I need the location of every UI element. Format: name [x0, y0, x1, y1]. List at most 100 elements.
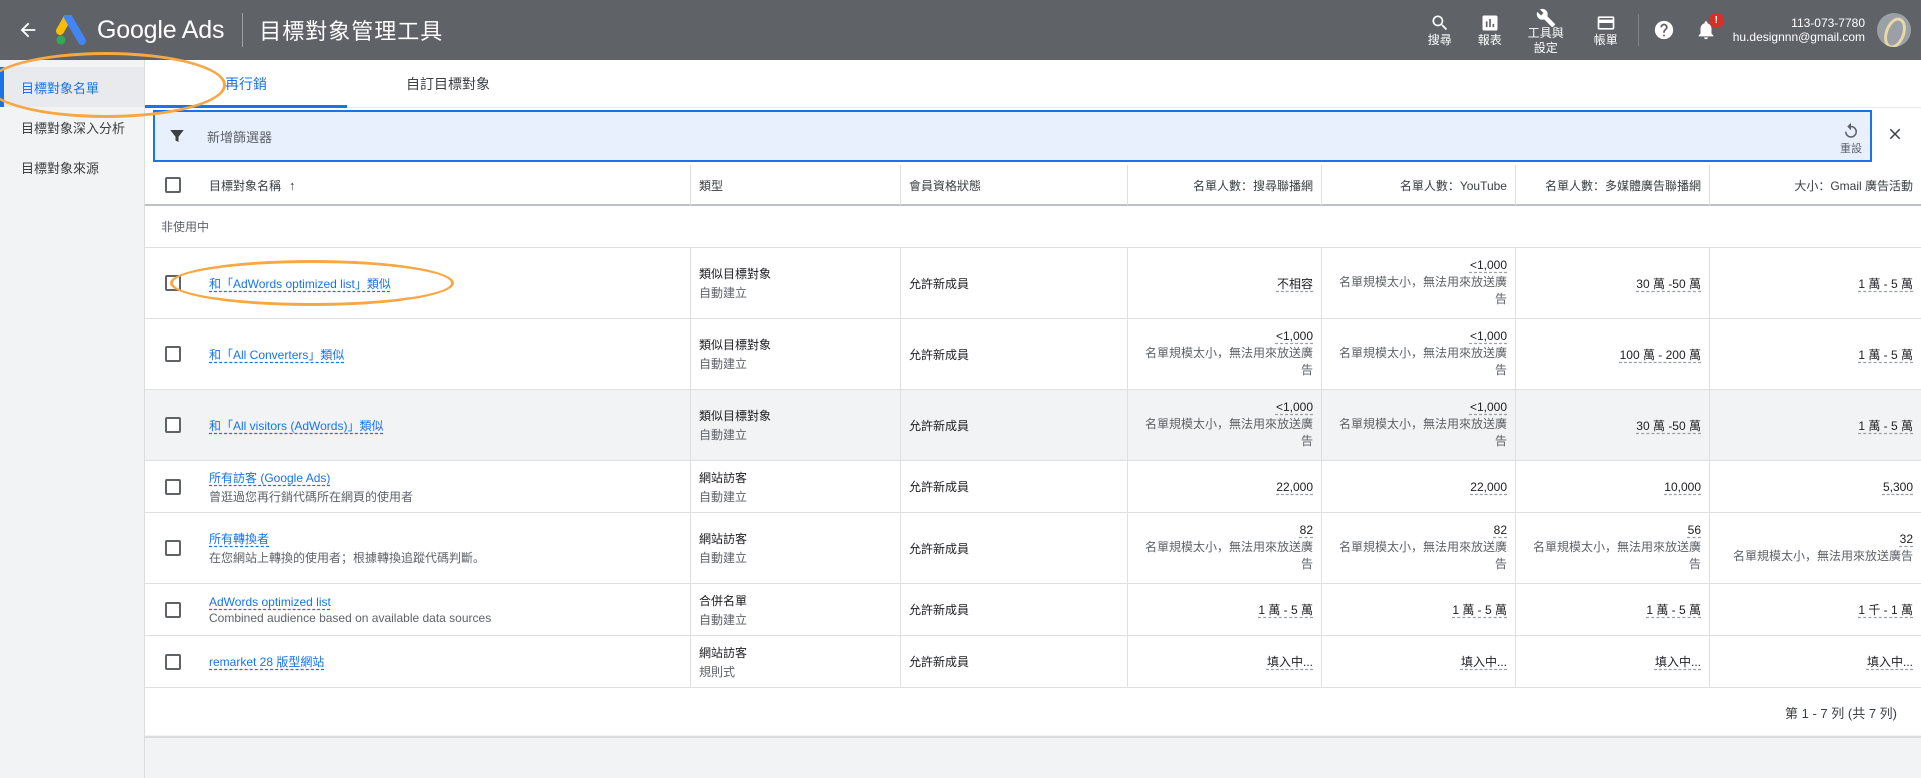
display-size-cell-value[interactable]: 30 萬 -50 萬	[1636, 275, 1701, 292]
wrench-icon	[1536, 8, 1555, 28]
audience-type-cell: 網站訪客 規則式	[690, 636, 900, 687]
display-size-cell-value[interactable]: 100 萬 - 200 萬	[1620, 346, 1701, 363]
search-size-cell-value[interactable]: <1,000	[1276, 329, 1313, 343]
reports-button[interactable]: 報表	[1468, 13, 1512, 48]
audience-name-link[interactable]: AdWords optimized list	[209, 595, 682, 609]
google-ads-logo-icon	[56, 15, 86, 45]
nav-item-audience-lists[interactable]: 目標對象名單	[0, 67, 144, 107]
billing-button[interactable]: 帳單	[1584, 13, 1628, 48]
gmail-size-cell: 1 千 - 1 萬	[1709, 584, 1921, 635]
table-row[interactable]: remarket 28 版型網站 網站訪客 規則式 允許新成員 填入中... 填入中...…	[145, 636, 1921, 688]
column-header-type[interactable]: 類型	[690, 165, 900, 205]
gmail-size-cell-value[interactable]: 1 萬 - 5 萬	[1858, 275, 1913, 292]
youtube-size-cell-value[interactable]: 82	[1494, 523, 1507, 537]
youtube-size-cell-value[interactable]: 22,000	[1470, 480, 1507, 494]
audience-type: 網站訪客	[699, 532, 748, 546]
header-divider	[242, 13, 244, 47]
display-size-cell: 100 萬 - 200 萬	[1515, 319, 1709, 389]
audience-name-link[interactable]: 和「All Converters」類似	[209, 346, 682, 363]
filter-bar[interactable]: 新增篩選器 重設	[153, 110, 1872, 162]
audience-name-cell: AdWords optimized list Combined audience …	[201, 584, 690, 635]
youtube-size-cell-value[interactable]: 1 萬 - 5 萬	[1452, 601, 1507, 618]
table-row[interactable]: 所有訪客 (Google Ads) 曾逛過您再行銷代碼所在網頁的使用者 網站訪客 自動…	[145, 461, 1921, 513]
column-header-youtube-size[interactable]: 名單人數：YouTube	[1321, 165, 1515, 205]
column-header-name-label: 目標對象名稱	[209, 178, 282, 193]
youtube-size-cell-value[interactable]: <1,000	[1470, 400, 1507, 414]
search-size-cell-value[interactable]: 1 萬 - 5 萬	[1258, 601, 1313, 618]
tab-custom-audiences[interactable]: 自訂目標對象	[347, 60, 549, 107]
search-size-cell-value[interactable]: <1,000	[1276, 400, 1313, 414]
table-row[interactable]: 和「AdWords optimized list」類似 類似目標對象 自動建立 允許新…	[145, 248, 1921, 319]
column-header-gmail-size[interactable]: 大小：Gmail 廣告活動	[1709, 165, 1921, 205]
table-row[interactable]: 和「All visitors (AdWords)」類似 類似目標對象 自動建立 允許新…	[145, 390, 1921, 461]
gmail-size-cell-value[interactable]: 填入中...	[1867, 653, 1913, 670]
table-row[interactable]: 所有轉換者 在您網站上轉換的使用者；根據轉換追蹤代碼判斷。 網站訪客 自動建立 允許新成…	[145, 513, 1921, 584]
column-header-name[interactable]: 目標對象名稱 ↑	[201, 165, 690, 205]
table-row[interactable]: 和「All Converters」類似 類似目標對象 自動建立 允許新成員 <1,000…	[145, 319, 1921, 390]
close-icon[interactable]	[1886, 122, 1904, 150]
search-button[interactable]: 搜尋	[1418, 13, 1462, 48]
display-size-cell: 1 萬 - 5 萬	[1515, 584, 1709, 635]
row-checkbox[interactable]	[165, 653, 181, 670]
audience-name-link[interactable]: 所有轉換者	[209, 530, 682, 547]
row-checkbox[interactable]	[165, 540, 181, 556]
select-all-checkbox[interactable]	[165, 177, 181, 193]
gmail-size-cell: 5,300	[1709, 461, 1921, 512]
nav-item-audience-insights[interactable]: 目標對象深入分析	[0, 107, 144, 147]
back-arrow-icon[interactable]	[0, 0, 56, 60]
row-checkbox[interactable]	[165, 275, 181, 291]
membership-status: 允許新成員	[900, 513, 1127, 583]
column-header-membership[interactable]: 會員資格狀態	[900, 165, 1127, 205]
column-header-display-size[interactable]: 名單人數：多媒體廣告聯播網	[1515, 165, 1709, 205]
gmail-size-cell-value[interactable]: 1 萬 - 5 萬	[1858, 346, 1913, 363]
display-size-cell-value[interactable]: 56	[1688, 523, 1701, 537]
membership-status: 允許新成員	[900, 584, 1127, 635]
display-size-cell-value[interactable]: 1 萬 - 5 萬	[1646, 601, 1701, 618]
youtube-size-cell-value[interactable]: <1,000	[1470, 329, 1507, 343]
youtube-size-cell: <1,000 名單規模太小，無法用來放送廣告	[1321, 390, 1515, 460]
gmail-size-cell-value[interactable]: 5,300	[1883, 480, 1913, 494]
display-size-cell-value[interactable]: 填入中...	[1655, 653, 1701, 670]
search-size-cell: <1,000 名單規模太小，無法用來放送廣告	[1127, 319, 1321, 389]
gmail-size-cell-value[interactable]: 1 千 - 1 萬	[1858, 601, 1913, 618]
youtube-size-cell-warning: 名單規模太小，無法用來放送廣告	[1338, 275, 1507, 306]
gmail-size-cell-value[interactable]: 32	[1900, 532, 1913, 546]
row-checkbox[interactable]	[165, 417, 181, 433]
row-checkbox[interactable]	[165, 601, 181, 618]
filter-icon[interactable]	[155, 127, 199, 145]
youtube-size-cell-value[interactable]: 填入中...	[1461, 653, 1507, 670]
column-header-search-size[interactable]: 名單人數：搜尋聯播網	[1127, 165, 1321, 205]
billing-label: 帳單	[1593, 32, 1618, 47]
search-size-cell-value[interactable]: 82	[1300, 523, 1313, 537]
add-filter-input[interactable]: 新增篩選器	[207, 127, 1840, 146]
search-size-cell: 22,000	[1127, 461, 1321, 512]
tab-remarketing[interactable]: 再行銷	[145, 60, 347, 108]
audience-name-link[interactable]: 和「AdWords optimized list」類似	[209, 275, 682, 292]
nav-item-audience-sources[interactable]: 目標對象來源	[0, 147, 144, 187]
notifications-button[interactable]: !	[1695, 13, 1724, 41]
table-row[interactable]: AdWords optimized list Combined audience …	[145, 584, 1921, 636]
gmail-size-cell-value[interactable]: 1 萬 - 5 萬	[1858, 417, 1913, 434]
sort-ascending-icon[interactable]: ↑	[289, 178, 296, 193]
avatar[interactable]	[1877, 13, 1911, 47]
search-size-cell-value[interactable]: 22,000	[1276, 480, 1313, 494]
audience-type-sub: 自動建立	[699, 428, 748, 442]
account-info[interactable]: 113-073-7780 hu.designnn@gmail.com	[1733, 16, 1865, 44]
google-ads-logo[interactable]: Google Ads	[56, 0, 224, 60]
reset-button[interactable]: 重設	[1840, 122, 1862, 156]
group-header-inactive: 非使用中	[145, 206, 1921, 248]
audience-name-link[interactable]: remarket 28 版型網站	[209, 653, 682, 670]
youtube-size-cell-value[interactable]: <1,000	[1470, 258, 1507, 272]
search-size-cell-value[interactable]: 不相容	[1277, 275, 1313, 292]
row-checkbox[interactable]	[165, 346, 181, 362]
audience-name-link[interactable]: 所有訪客 (Google Ads)	[209, 469, 682, 486]
search-size-cell: 82 名單規模太小，無法用來放送廣告	[1127, 513, 1321, 583]
search-size-cell-value[interactable]: 填入中...	[1267, 653, 1313, 670]
help-button[interactable]	[1653, 19, 1675, 41]
display-size-cell-value[interactable]: 10,000	[1664, 480, 1701, 494]
row-checkbox[interactable]	[165, 478, 181, 495]
tools-settings-button[interactable]: 工具與 設定	[1518, 8, 1574, 56]
display-size-cell-value[interactable]: 30 萬 -50 萬	[1636, 417, 1701, 434]
audience-name-link[interactable]: 和「All visitors (AdWords)」類似	[209, 417, 682, 434]
header-separator	[1637, 14, 1639, 46]
